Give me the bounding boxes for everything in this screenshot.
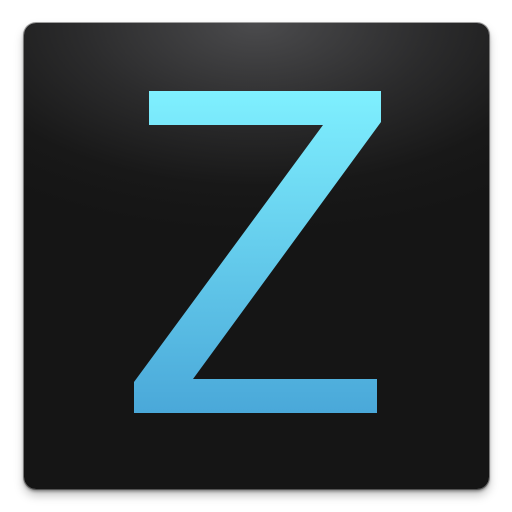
z-glyph-shape (134, 91, 381, 413)
icon-canvas: Z (0, 0, 512, 512)
app-icon-tile[interactable]: Z (24, 23, 489, 489)
letter-z-icon (134, 91, 381, 413)
